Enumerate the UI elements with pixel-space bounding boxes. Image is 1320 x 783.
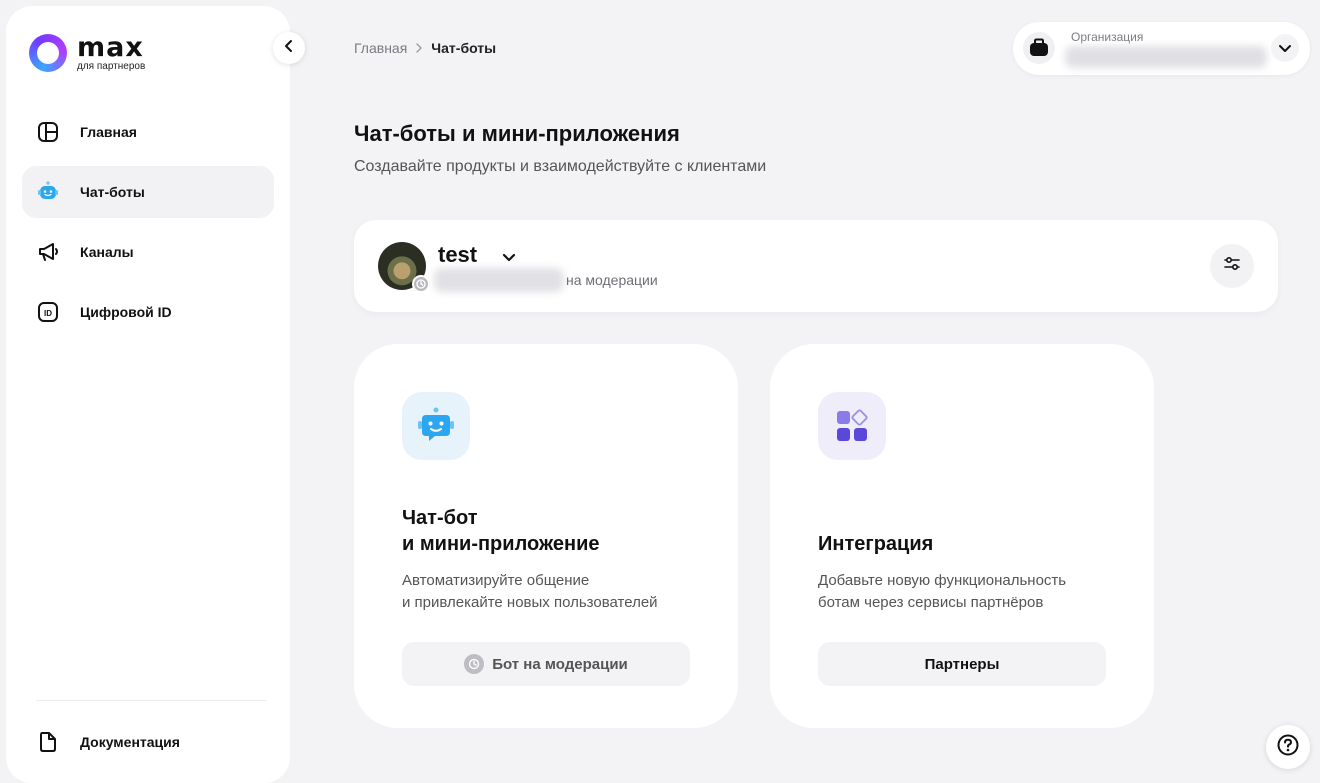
sidebar-item-label: Цифровой ID [80, 304, 172, 320]
page-subtitle: Создавайте продукты и взаимодействуйте с… [354, 158, 767, 175]
clock-icon [412, 275, 430, 293]
bot-moderation-button[interactable]: Бот на модерации [402, 642, 690, 686]
sidebar-item-home[interactable]: Главная [22, 106, 274, 158]
megaphone-icon [36, 240, 60, 264]
sidebar-item-digital-id[interactable]: ID Цифровой ID [22, 286, 274, 338]
sidebar-item-label: Чат-боты [80, 184, 145, 200]
chevron-down-icon[interactable] [1271, 34, 1299, 62]
breadcrumb-home-link[interactable]: Главная [354, 40, 407, 56]
bot-username-redacted [434, 268, 564, 292]
sidebar: max для партнеров Главная Чат-боты Канал… [6, 6, 290, 783]
home-dashboard-icon [36, 120, 60, 144]
breadcrumb: Главная Чат-боты [354, 40, 496, 56]
bot-status: на модерации [566, 272, 658, 288]
organization-name-redacted [1065, 46, 1267, 68]
page-title: Чат-боты и мини-приложения [354, 121, 680, 146]
briefcase-icon [1023, 32, 1055, 64]
id-card-icon: ID [36, 300, 60, 324]
apps-grid-icon [818, 392, 886, 460]
sidebar-item-channels[interactable]: Каналы [22, 226, 274, 278]
collapse-sidebar-button[interactable] [273, 32, 305, 64]
breadcrumb-separator-icon [415, 41, 423, 56]
robot-icon [36, 180, 60, 204]
button-label: Бот на модерации [492, 655, 628, 673]
breadcrumb-current: Чат-боты [431, 40, 497, 56]
sidebar-item-label: Главная [80, 124, 137, 140]
sidebar-item-documentation[interactable]: Документация [22, 716, 274, 768]
feature-title: Интеграция [818, 533, 934, 555]
bot-name: test [438, 242, 478, 267]
robot-icon [402, 392, 470, 460]
chevron-left-icon [282, 39, 296, 58]
integration-feature-card: Интеграция Добавьте новую функциональнос… [770, 344, 1154, 728]
organization-label: Организация [1071, 30, 1144, 44]
bot-switch-chevron-down-icon[interactable] [498, 246, 520, 268]
question-mark-icon [1276, 733, 1300, 762]
svg-text:ID: ID [44, 309, 52, 318]
clock-icon [464, 654, 485, 674]
logo[interactable]: max для партнеров [29, 34, 145, 72]
chatbot-feature-card: Чат-бот и мини-приложение Автоматизируйт… [354, 344, 738, 728]
sidebar-nav: Главная Чат-боты Каналы ID Цифровой ID [22, 106, 274, 346]
organization-selector[interactable]: Организация [1013, 22, 1310, 75]
bot-settings-button[interactable] [1210, 244, 1254, 288]
max-logo-icon [29, 34, 67, 72]
button-label: Партнеры [924, 655, 1000, 673]
sidebar-item-label: Документация [80, 734, 180, 750]
sidebar-docs: Документация [22, 716, 274, 776]
sidebar-item-chatbots[interactable]: Чат-боты [22, 166, 274, 218]
document-icon [36, 730, 60, 754]
feature-title: Чат-бот и мини-приложение [402, 507, 600, 555]
logo-subtitle: для партнеров [77, 61, 146, 72]
partners-button[interactable]: Партнеры [818, 642, 1106, 686]
logo-title: max [77, 32, 144, 63]
sidebar-item-label: Каналы [80, 244, 134, 260]
bot-card: test на модерации [354, 220, 1278, 312]
feature-description: Добавьте новую функциональность ботам че… [818, 572, 1067, 611]
feature-description: Автоматизируйте общение и привлекайте но… [402, 572, 658, 611]
help-button[interactable] [1266, 725, 1310, 769]
sidebar-divider [36, 700, 266, 701]
sliders-icon [1223, 255, 1241, 278]
